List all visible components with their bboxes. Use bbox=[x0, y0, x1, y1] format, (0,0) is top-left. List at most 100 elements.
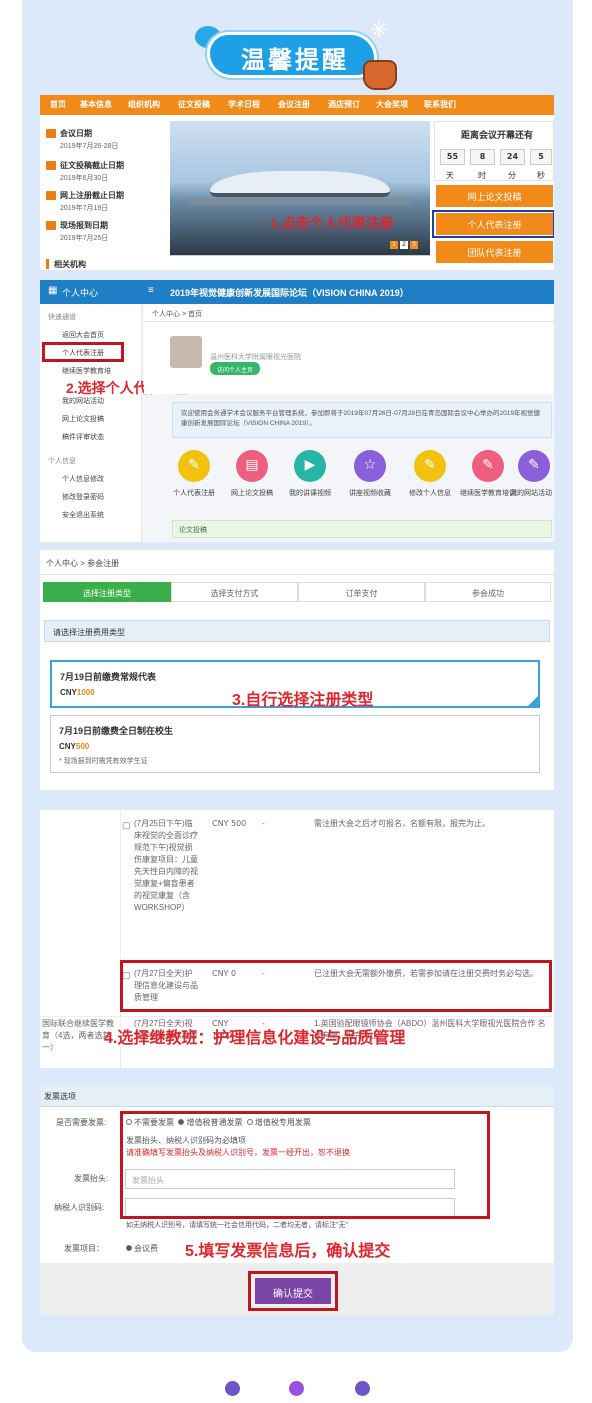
tax-id-label: 纳税人识别码: bbox=[54, 1203, 105, 1212]
unit-label: 天 bbox=[446, 171, 454, 180]
step3-caption: 3.自行选择注册类型 bbox=[232, 692, 374, 709]
shortcut-label: 网上论文投稿 bbox=[231, 489, 273, 497]
slider-dot[interactable]: 1 bbox=[390, 241, 398, 249]
step4-caption: 4.选择继教班：护理信息化建设与品质管理 bbox=[104, 1030, 406, 1047]
sidebar-item[interactable]: 稿件评审状态 bbox=[62, 432, 104, 442]
sidebar-heading: 快速通道 bbox=[48, 313, 76, 321]
register-shortcut-icon[interactable]: ✎ bbox=[178, 450, 210, 482]
nav-item[interactable]: 会议注册 bbox=[278, 99, 310, 110]
menu-icon[interactable]: ≡ bbox=[148, 285, 154, 296]
avatar bbox=[170, 336, 202, 368]
course-title: (7月25日下午)临床视觉的全面诊疗规范下午)视觉损伤康复项目：儿童先天性白内障… bbox=[134, 819, 198, 912]
breadcrumb: 个人中心 > 参会注册 bbox=[46, 559, 120, 568]
option-student[interactable]: 7月19日前缴费全日制在校生 CNY500 * 现场报到时需凭有效学生证 bbox=[50, 715, 540, 773]
calendar-icon bbox=[46, 221, 56, 230]
selected-check-icon bbox=[528, 696, 538, 706]
confirm-submit-button[interactable]: 确认提交 bbox=[255, 1278, 331, 1304]
key-dates: 会议日期 2019年7月26-28日 征文投稿截止日期 2019年6月30日 网… bbox=[44, 121, 164, 270]
pager-dot[interactable] bbox=[355, 1381, 370, 1396]
date-value: 2019年6月30日 bbox=[60, 175, 109, 182]
more-label: 相关机构 bbox=[54, 260, 86, 269]
option-title: 7月19日前缴费全日制在校生 bbox=[59, 726, 174, 736]
sidebar-item[interactable]: 网上论文投稿 bbox=[62, 414, 104, 424]
section-title: 请选择注册费用类型 bbox=[53, 628, 125, 637]
calendar-icon bbox=[46, 129, 56, 138]
step1-caption: 1.点击个人代表注册 bbox=[270, 215, 394, 231]
screenshot-invoice: 发票选项 是否需要发票: 不需要发票 增值税普通发票 增值税专用发票 发票抬头、… bbox=[40, 1085, 554, 1315]
top-bar: ▦ 个人中心 ≡ 2019年视觉健康创新发展国际论坛（VISION CHINA … bbox=[40, 280, 554, 304]
education-shortcut-icon[interactable]: ✎ bbox=[472, 450, 504, 482]
nav-item[interactable]: 酒店预订 bbox=[328, 99, 360, 110]
date-label: 现场报到日期 bbox=[60, 221, 108, 230]
unit-label: 时 bbox=[478, 171, 486, 180]
activity-shortcut-icon[interactable]: ✎ bbox=[518, 450, 550, 482]
unit-label: 秒 bbox=[537, 171, 545, 180]
shortcut-label: 个人代表注册 bbox=[173, 489, 215, 497]
submit-paper-button[interactable]: 网上论文投稿 bbox=[436, 185, 553, 207]
breadcrumb: 个人中心 > 首页 bbox=[152, 311, 202, 318]
sidebar: 快速通道 返回大会首页 个人代表注册 继续医学教育培 我的网站活动 网上论文投稿… bbox=[40, 304, 142, 542]
conference-title: 2019年视觉健康创新发展国际论坛（VISION CHINA 2019） bbox=[170, 288, 409, 298]
nav-item[interactable]: 组织机构 bbox=[128, 99, 160, 110]
sidebar-item[interactable]: 修改登录密码 bbox=[62, 492, 104, 502]
nav-item[interactable]: 学术日程 bbox=[228, 99, 260, 110]
paper-tab[interactable]: 论文投稿 bbox=[179, 525, 207, 535]
tab-payment-method[interactable]: 选择支付方式 bbox=[171, 582, 298, 602]
date-value: 2019年7月26-28日 bbox=[60, 143, 119, 150]
course-dash: - bbox=[262, 819, 265, 828]
main-nav: 首页 基本信息 组织机构 征文投稿 学术日程 会议注册 酒店预订 大会奖项 联系… bbox=[40, 95, 554, 115]
sparkle-icon: ✳ bbox=[370, 18, 389, 43]
tab-choose-type[interactable]: 选择注册类型 bbox=[43, 582, 171, 602]
tab-order-payment[interactable]: 订单支付 bbox=[298, 582, 425, 602]
option-price: CNY500 bbox=[59, 742, 90, 751]
nav-item[interactable]: 联系我们 bbox=[424, 99, 456, 110]
sidebar-item[interactable]: 安全退出系统 bbox=[62, 510, 104, 520]
video-shortcut-icon[interactable]: ▶ bbox=[294, 450, 326, 482]
sidebar-heading: 个人信息 bbox=[48, 457, 76, 465]
sidebar-item[interactable]: 继续医学教育培 bbox=[62, 366, 111, 376]
calendar-icon bbox=[46, 161, 56, 170]
favorite-shortcut-icon[interactable]: ☆ bbox=[354, 450, 386, 482]
visit-homepage-button[interactable]: 访问个人主页 bbox=[210, 362, 260, 375]
countdown-title: 距离会议开幕还有 bbox=[461, 130, 534, 140]
sidebar-item[interactable]: 个人信息修改 bbox=[62, 474, 104, 484]
step5-caption: 5.填写发票信息后，确认提交 bbox=[185, 1243, 391, 1260]
screenshot-homepage: 首页 基本信息 组织机构 征文投稿 学术日程 会议注册 酒店预订 大会奖项 联系… bbox=[40, 95, 554, 270]
screenshot-cme-course: ▢ (7月25日下午)临床视觉的全面诊疗规范下午)视觉损伤康复项目：儿童先天性白… bbox=[40, 810, 554, 1068]
highlight-box bbox=[42, 342, 124, 362]
sidebar-item[interactable]: 返回大会首页 bbox=[62, 330, 104, 340]
option-title: 7月19日前缴费常规代表 bbox=[60, 672, 157, 682]
nav-item[interactable]: 大会奖项 bbox=[376, 99, 408, 110]
nav-item[interactable]: 基本信息 bbox=[80, 99, 112, 110]
countdown-days: 55 bbox=[440, 149, 465, 165]
invoice-title-label: 发票抬头: bbox=[74, 1174, 109, 1183]
option-price: CNY1000 bbox=[60, 688, 95, 697]
nav-item[interactable]: 征文投稿 bbox=[178, 99, 210, 110]
unit-label: 分 bbox=[508, 171, 516, 180]
tab-success[interactable]: 参会成功 bbox=[425, 582, 551, 602]
section-title: 发票选项 bbox=[44, 1092, 76, 1101]
checkbox[interactable]: ▢ bbox=[122, 820, 131, 831]
slider-dot[interactable]: 2 bbox=[400, 241, 408, 249]
pager-dot[interactable] bbox=[225, 1381, 240, 1396]
jar-icon bbox=[363, 60, 397, 90]
edit-info-shortcut-icon[interactable]: ✎ bbox=[414, 450, 446, 482]
tax-id-hint: 如无纳税人识别号，请填写统一社会信用代码，二者均无者，请标注"无" bbox=[126, 1222, 348, 1229]
course-note: 需注册大会之后才可报名，名额有限，报完为止。 bbox=[314, 819, 490, 828]
shortcut-label: 我的网站活动 bbox=[510, 489, 552, 497]
shortcut-label: 讲座视频收藏 bbox=[349, 489, 391, 497]
instructions-card: 温馨提醒 ✳ 首页 基本信息 组织机构 征文投稿 学术日程 会议注册 酒店预订 … bbox=[22, 0, 573, 1352]
highlight-box bbox=[120, 1111, 490, 1219]
grid-icon[interactable]: ▦ bbox=[48, 285, 57, 296]
paper-shortcut-icon[interactable]: ▤ bbox=[236, 450, 268, 482]
group-registration-button[interactable]: 团队代表注册 bbox=[436, 241, 553, 263]
date-value: 2019年7月25日 bbox=[60, 235, 109, 242]
pager-dot-active[interactable] bbox=[289, 1381, 304, 1396]
countdown-seconds: 5 bbox=[530, 149, 552, 165]
slider-dot[interactable]: 3 bbox=[410, 241, 418, 249]
user-center-label: 个人中心 bbox=[62, 288, 99, 298]
nav-item[interactable]: 首页 bbox=[50, 99, 66, 110]
invoice-item-label: 发票项目： bbox=[64, 1244, 104, 1253]
date-value: 2019年7月19日 bbox=[60, 205, 109, 212]
banner: 温馨提醒 ✳ bbox=[195, 14, 410, 90]
